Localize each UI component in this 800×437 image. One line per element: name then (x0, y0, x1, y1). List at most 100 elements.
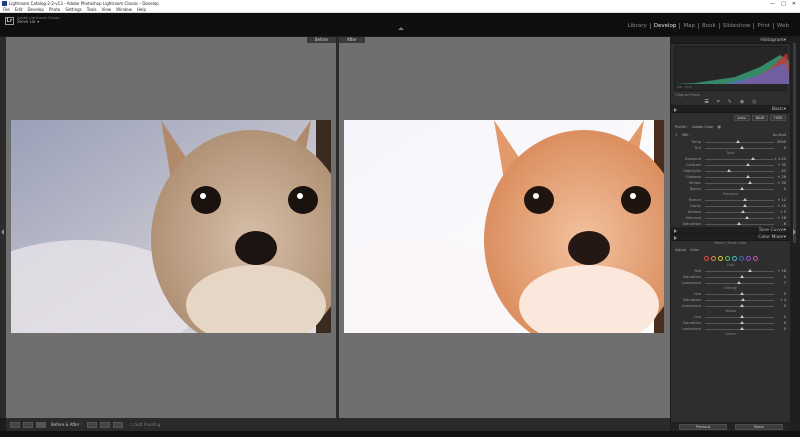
slider-value[interactable]: + 32 (774, 163, 787, 167)
tone-curve-header[interactable]: Tone Curve ▾ (671, 227, 790, 234)
before-after-button[interactable] (36, 421, 46, 428)
slider-knob[interactable] (746, 175, 751, 178)
slider-knob[interactable] (747, 181, 752, 184)
slider-track[interactable] (705, 198, 774, 201)
slider-track[interactable] (705, 216, 774, 219)
slider-value[interactable]: + 28 (774, 175, 787, 179)
wb-select[interactable]: As Shot (773, 133, 786, 137)
slider-value[interactable]: + 1.25 (774, 157, 786, 161)
slider-track[interactable] (705, 298, 774, 301)
maximize-button[interactable]: □ (781, 1, 786, 7)
menu-file[interactable]: File (3, 7, 10, 12)
module-map[interactable]: Map (680, 23, 699, 29)
slider-value[interactable]: - 7 (774, 281, 786, 285)
copy-before-to-after-button[interactable] (86, 421, 97, 428)
slider-track[interactable] (705, 175, 774, 178)
menu-settings[interactable]: Settings (65, 7, 81, 12)
copy-after-to-before-button[interactable] (99, 421, 110, 428)
slider-value[interactable]: - 6 (774, 222, 786, 226)
menu-window[interactable]: Window (116, 7, 132, 12)
expand-left-panel-icon[interactable] (1, 229, 4, 235)
slider-value[interactable]: + 4 (774, 298, 786, 302)
basic-header[interactable]: Basic ▾ (671, 106, 790, 113)
slider-knob[interactable] (739, 146, 744, 149)
slider-track[interactable] (705, 269, 774, 272)
histogram[interactable]: ISO · f/2.8 (674, 46, 789, 91)
crop-icon[interactable]: ⌗ (717, 99, 720, 105)
slider-knob[interactable] (736, 140, 741, 143)
slider-track[interactable] (705, 321, 774, 324)
module-develop[interactable]: Develop (651, 23, 681, 29)
slider-track[interactable] (705, 292, 774, 295)
slider-knob[interactable] (727, 169, 732, 172)
slider-knob[interactable] (742, 198, 747, 201)
slider-knob[interactable] (746, 163, 751, 166)
slider-value[interactable]: 0 (774, 321, 786, 325)
slider-knob[interactable] (736, 281, 741, 284)
auto-button[interactable]: Auto (733, 115, 750, 121)
previous-button[interactable]: Previous (679, 423, 727, 430)
slider-knob[interactable] (747, 269, 752, 272)
color-swatch-3[interactable] (724, 256, 730, 261)
menu-edit[interactable]: Edit (15, 7, 23, 12)
slider-track[interactable] (705, 181, 774, 184)
slider-knob[interactable] (745, 216, 750, 219)
identity-user[interactable]: Steve Lor ▾ (17, 20, 60, 24)
slider-knob[interactable] (739, 315, 744, 318)
slider-knob[interactable] (740, 210, 745, 213)
slider-track[interactable] (705, 304, 774, 307)
right-panel-scrollbar[interactable] (790, 37, 800, 431)
slider-track[interactable] (705, 163, 774, 166)
red-eye-icon[interactable]: ◉ (740, 99, 744, 105)
scrollbar-thumb[interactable] (793, 43, 796, 243)
slider-value[interactable]: 0 (774, 304, 786, 308)
slider-value[interactable]: 0 (774, 292, 786, 296)
menu-photo[interactable]: Photo (49, 7, 60, 12)
slider-knob[interactable] (740, 298, 745, 301)
module-library[interactable]: Library (625, 23, 651, 29)
color-swatch-7[interactable] (752, 256, 758, 261)
slider-knob[interactable] (739, 292, 744, 295)
slider-value[interactable]: - 42 (774, 169, 786, 173)
slider-track[interactable] (705, 146, 774, 149)
compare-yy-button[interactable] (23, 421, 33, 428)
loupe-view-button[interactable] (10, 421, 20, 428)
histogram-header[interactable]: Histogram ▾ (671, 37, 790, 44)
hdr-button[interactable]: HDR (770, 115, 786, 121)
edit-sliders-icon[interactable]: ☰ (704, 99, 708, 105)
slider-value[interactable]: + 10 (774, 204, 787, 208)
color-mixer-header[interactable]: Color Mixer ▾ (671, 234, 790, 241)
slider-knob[interactable] (737, 222, 742, 225)
color-swatch-6[interactable] (745, 256, 751, 261)
module-slideshow[interactable]: Slideshow (720, 23, 755, 29)
slider-knob[interactable] (739, 275, 744, 278)
swap-before-after-button[interactable] (112, 421, 123, 428)
point-color-tab[interactable]: Point Color (728, 241, 747, 245)
module-web[interactable]: Web (774, 23, 792, 29)
slider-knob[interactable] (742, 204, 747, 207)
close-button[interactable]: ✕ (792, 1, 796, 7)
slider-track[interactable] (705, 210, 774, 213)
slider-track[interactable] (705, 281, 774, 284)
slider-value[interactable]: 0 (774, 327, 786, 331)
white-balance-picker-icon[interactable]: ✐ (675, 133, 678, 137)
slider-value[interactable]: 5500 (774, 140, 786, 144)
slider-track[interactable] (705, 275, 774, 278)
slider-value[interactable]: + 30 (774, 181, 787, 185)
profile-browser-icon[interactable]: ▦ (718, 125, 721, 129)
color-swatch-5[interactable] (738, 256, 744, 261)
slider-track[interactable] (705, 204, 774, 207)
slider-knob[interactable] (739, 304, 744, 307)
color-swatch-2[interactable] (717, 256, 723, 261)
menu-help[interactable]: Help (137, 7, 146, 12)
healing-icon[interactable]: ✎ (728, 99, 732, 105)
slider-value[interactable]: + 5 (774, 210, 786, 214)
masking-icon[interactable]: ◎ (752, 99, 756, 105)
slider-value[interactable]: 0 (774, 187, 786, 191)
after-photo[interactable] (344, 120, 664, 333)
slider-knob[interactable] (739, 327, 744, 330)
slider-track[interactable] (705, 140, 774, 143)
menu-develop[interactable]: Develop (27, 7, 43, 12)
slider-track[interactable] (705, 187, 774, 190)
slider-track[interactable] (705, 222, 774, 225)
